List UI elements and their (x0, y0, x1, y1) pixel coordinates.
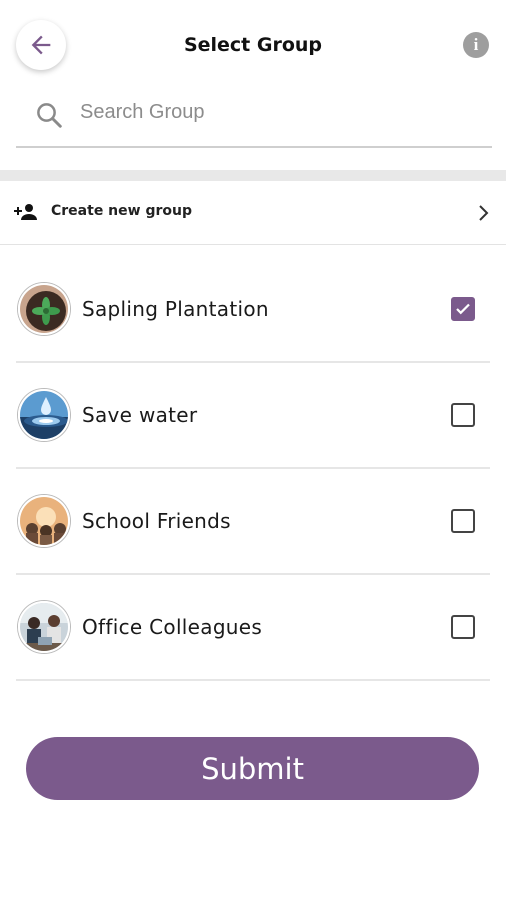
group-name: Save water (82, 403, 198, 427)
info-glyph: i (473, 35, 479, 54)
page-title: Select Group (183, 34, 323, 56)
chevron-right-icon[interactable] (478, 204, 490, 222)
group-avatar-office-colleagues (18, 601, 70, 653)
group-name: Office Colleagues (82, 615, 263, 639)
section-divider (0, 170, 506, 181)
group-checkbox[interactable] (451, 615, 475, 639)
group-avatar-sapling (18, 283, 70, 335)
search-bar (16, 90, 492, 148)
search-icon (37, 103, 62, 128)
group-checkbox[interactable] (451, 509, 475, 533)
checkmark-icon (456, 303, 470, 315)
group-item-school-friends[interactable]: School Friends (16, 469, 490, 575)
group-name: Sapling Plantation (82, 297, 269, 321)
create-new-group-label: Create new group (51, 203, 192, 219)
submit-button[interactable]: Submit (26, 737, 479, 800)
group-checkbox[interactable] (451, 297, 475, 321)
group-avatar-save-water (18, 389, 70, 441)
group-item-sapling-plantation[interactable]: Sapling Plantation (16, 257, 490, 363)
search-input[interactable] (80, 94, 480, 130)
info-icon[interactable]: i (463, 32, 489, 58)
group-name: School Friends (82, 509, 231, 533)
person-add-icon (14, 204, 37, 220)
group-avatar-school-friends (18, 495, 70, 547)
group-list: Sapling Plantation Save water School Fri… (16, 257, 490, 681)
group-item-office-colleagues[interactable]: Office Colleagues (16, 575, 490, 681)
group-item-save-water[interactable]: Save water (16, 363, 490, 469)
group-checkbox[interactable] (451, 403, 475, 427)
create-new-group-row[interactable]: Create new group (0, 181, 506, 245)
app-header: Select Group i (0, 0, 506, 92)
